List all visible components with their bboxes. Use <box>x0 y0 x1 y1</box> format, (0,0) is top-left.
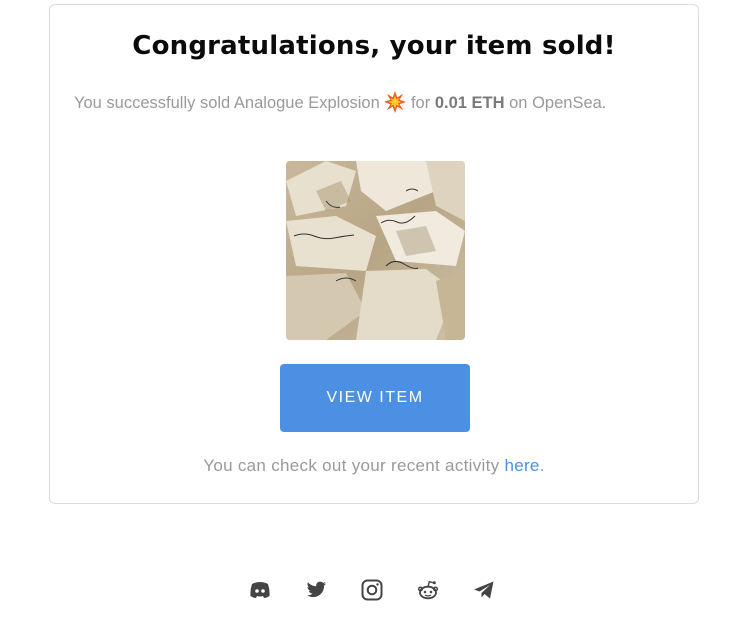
activity-here-link[interactable]: here <box>504 456 539 475</box>
twitter-link[interactable] <box>304 578 360 602</box>
item-name: Analogue Explosion <box>233 94 380 112</box>
instagram-link[interactable] <box>360 578 416 602</box>
instagram-icon <box>361 579 383 601</box>
on-label: on <box>509 94 528 112</box>
telegram-link[interactable] <box>472 578 528 602</box>
view-item-button[interactable]: VIEW ITEM <box>280 364 470 432</box>
twitter-icon <box>307 581 326 598</box>
page-title: Congratulations, your item sold! <box>132 31 616 61</box>
for-label: for <box>410 94 431 112</box>
reddit-link[interactable] <box>416 578 472 602</box>
reddit-icon <box>417 580 439 600</box>
sale-notification-card: Congratulations, your item sold! You suc… <box>49 4 699 504</box>
message-prefix: You successfully sold <box>74 94 231 112</box>
discord-icon <box>250 582 270 598</box>
sale-price: 0.01 ETH <box>434 94 505 112</box>
explosion-emoji-icon <box>384 91 407 113</box>
item-artwork <box>286 161 465 340</box>
activity-text: You can check out your recent activity <box>203 456 500 475</box>
activity-period: . <box>539 456 545 475</box>
platform-name: OpenSea. <box>532 94 607 112</box>
sale-message: You successfully sold Analogue Explosion… <box>74 91 668 115</box>
social-links <box>248 578 528 602</box>
discord-link[interactable] <box>248 578 304 602</box>
telegram-icon <box>474 581 494 599</box>
activity-note: You can check out your recent activity h… <box>50 456 698 476</box>
item-image[interactable] <box>286 161 465 340</box>
